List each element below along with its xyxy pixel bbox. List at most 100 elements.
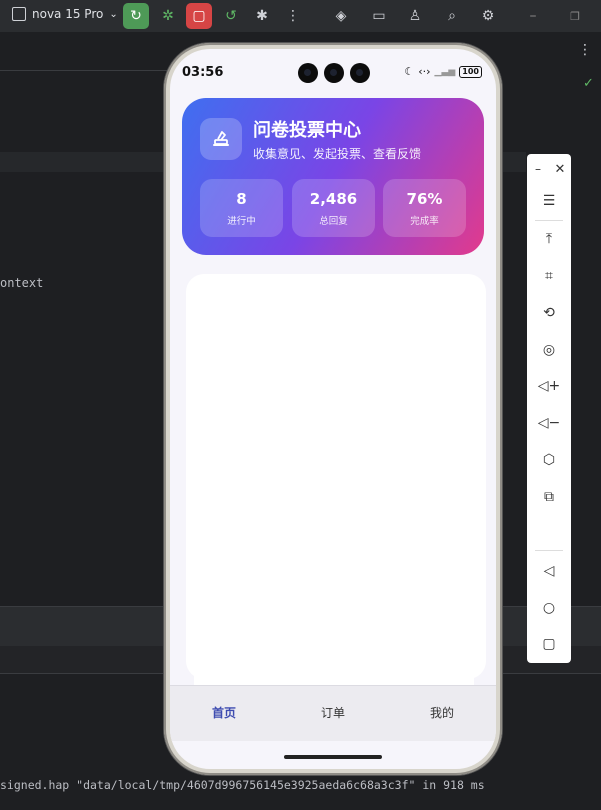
minimize-icon: – bbox=[535, 162, 541, 176]
debug-run-button[interactable]: ✲ bbox=[155, 3, 181, 29]
multi-device-icon: ⧉ bbox=[544, 489, 554, 505]
screenshot-icon: ◎ bbox=[542, 342, 556, 358]
tab-home[interactable]: 首页 bbox=[212, 704, 236, 721]
rotate-button[interactable]: ⟲ bbox=[527, 298, 571, 328]
rerun-button[interactable]: ↺ bbox=[218, 3, 244, 29]
home-icon: ○ bbox=[542, 600, 556, 616]
editor-highlight-line-right bbox=[500, 152, 526, 172]
always-on-top-button[interactable]: ⤒ bbox=[527, 224, 571, 254]
ide-toolbar: nova 15 Pro ⌄ ↻ ✲ ▢ ↺ ✱ ⋮ ◈ ▭ ♙ ⌕ ⚙ – ❐ bbox=[0, 0, 601, 32]
emulator-menu-button[interactable]: ☰ bbox=[527, 186, 571, 216]
phone-frame: 03:56 ☾ ‹·› ▁▃▅ 100 问卷投票中心 收集意见、发起投票、查看反… bbox=[164, 43, 502, 775]
rerun-icon: ↺ bbox=[225, 8, 237, 24]
shake-icon: ⬡ bbox=[542, 452, 556, 468]
volume-down-icon: ◁− bbox=[537, 415, 561, 431]
shake-button[interactable]: ⬡ bbox=[527, 445, 571, 475]
volume-down-button[interactable]: ◁− bbox=[527, 408, 571, 438]
stat-label: 完成率 bbox=[410, 216, 439, 227]
status-icons: ☾ ‹·› ▁▃▅ 100 bbox=[404, 65, 482, 78]
network-icon: ‹·› bbox=[418, 65, 431, 78]
restore-icon: ❐ bbox=[570, 9, 580, 23]
volume-up-icon: ◁+ bbox=[537, 378, 561, 394]
signal-icon: ▁▃▅ bbox=[434, 66, 456, 77]
close-icon: ✕ bbox=[554, 161, 566, 177]
home-indicator[interactable] bbox=[284, 755, 382, 759]
home-button[interactable]: ○ bbox=[527, 593, 571, 623]
bug-icon: ✲ bbox=[162, 8, 174, 24]
device-name: nova 15 Pro bbox=[32, 7, 104, 21]
battery-icon: 100 bbox=[459, 65, 482, 78]
stat-label: 总回复 bbox=[319, 216, 348, 227]
settings-icon: ⚙ bbox=[481, 8, 495, 24]
device-selector[interactable]: nova 15 Pro ⌄ bbox=[12, 7, 118, 21]
stop-icon: ▢ bbox=[192, 8, 206, 24]
stat-in-progress[interactable]: 8 进行中 bbox=[200, 179, 283, 237]
tab-mine[interactable]: 我的 bbox=[430, 704, 454, 721]
more-icon: ⋮ bbox=[286, 8, 300, 24]
content-panel bbox=[186, 274, 486, 679]
stat-value: 76% bbox=[406, 190, 443, 208]
hero-title: 问卷投票中心 bbox=[253, 120, 361, 141]
bottom-tab-bar: 首页 订单 我的 bbox=[170, 685, 496, 741]
run-icon: ↻ bbox=[130, 8, 142, 24]
editor-divider bbox=[0, 70, 170, 71]
chevron-down-icon: ⌄ bbox=[109, 8, 118, 20]
volume-up-button[interactable]: ◁+ bbox=[527, 371, 571, 401]
tab-orders[interactable]: 订单 bbox=[321, 704, 345, 721]
vote-icon-svg bbox=[213, 131, 229, 146]
camera-icon bbox=[298, 63, 318, 83]
search-button[interactable]: ⌕ bbox=[439, 3, 465, 29]
minimize-icon: – bbox=[529, 8, 537, 24]
emulator-divider bbox=[535, 220, 563, 221]
recent-apps-button[interactable]: ▢ bbox=[527, 629, 571, 659]
editor-highlight-line bbox=[0, 152, 170, 172]
code-fragment: ontext bbox=[0, 276, 44, 290]
account-button[interactable]: ♙ bbox=[402, 3, 428, 29]
emulator-close-button[interactable]: ✕ bbox=[549, 154, 571, 184]
search-icon: ⌕ bbox=[448, 8, 456, 24]
phone-screen[interactable]: 03:56 ☾ ‹·› ▁▃▅ 100 问卷投票中心 收集意见、发起投票、查看反… bbox=[170, 49, 496, 769]
stat-value: 8 bbox=[236, 190, 247, 208]
hero-card: 问卷投票中心 收集意见、发起投票、查看反馈 8 进行中 2,486 总回复 76… bbox=[182, 98, 484, 255]
device-icon bbox=[12, 7, 26, 21]
window-minimize-button[interactable]: – bbox=[520, 3, 546, 29]
run-button[interactable]: ↻ bbox=[123, 3, 149, 29]
stat-value: 2,486 bbox=[309, 190, 358, 208]
hero-subtitle: 收集意见、发起投票、查看反馈 bbox=[253, 147, 422, 161]
menu-icon: ☰ bbox=[542, 193, 556, 209]
check-icon: ✓ bbox=[583, 76, 594, 91]
recent-icon: ▢ bbox=[542, 636, 556, 652]
screenshot-button[interactable]: ◎ bbox=[527, 335, 571, 365]
camera-icon bbox=[324, 63, 344, 83]
attach-debugger-button[interactable]: ✱ bbox=[249, 3, 275, 29]
stat-completion-rate[interactable]: 76% 完成率 bbox=[383, 179, 466, 237]
multi-device-button[interactable]: ⧉ bbox=[527, 482, 571, 512]
crop-icon: ⌗ bbox=[545, 268, 553, 284]
back-button[interactable]: ◁ bbox=[527, 556, 571, 586]
stat-label: 进行中 bbox=[227, 216, 256, 227]
crop-button[interactable]: ⌗ bbox=[527, 261, 571, 291]
vote-icon bbox=[200, 118, 242, 160]
settings-button[interactable]: ⚙ bbox=[475, 3, 501, 29]
moon-icon: ☾ bbox=[404, 65, 415, 78]
status-bar: 03:56 ☾ ‹·› ▁▃▅ 100 bbox=[170, 49, 496, 93]
project-button[interactable]: ▭ bbox=[366, 3, 392, 29]
debug-icon: ✱ bbox=[256, 8, 268, 24]
editor-more-icon[interactable]: ⋮ bbox=[578, 42, 592, 58]
emulator-minimize-button[interactable]: – bbox=[527, 154, 549, 184]
user-icon: ♙ bbox=[408, 8, 422, 24]
camera-icon bbox=[350, 63, 370, 83]
emulator-toolbar: – ✕ ☰ ⤒ ⌗ ⟲ ◎ ◁+ ◁− ⬡ ⧉ ◁ ○ ▢ bbox=[527, 154, 571, 663]
console-log-line: signed.hap "data/local/tmp/4607d99675614… bbox=[0, 778, 485, 792]
top-icon: ⤒ bbox=[545, 231, 553, 247]
stat-total-replies[interactable]: 2,486 总回复 bbox=[292, 179, 375, 237]
window-restore-button[interactable]: ❐ bbox=[562, 3, 588, 29]
status-time: 03:56 bbox=[182, 65, 224, 80]
target-icon: ◈ bbox=[335, 8, 347, 24]
emulator-divider bbox=[535, 550, 563, 551]
more-actions-button[interactable]: ⋮ bbox=[280, 3, 306, 29]
stop-button[interactable]: ▢ bbox=[186, 3, 212, 29]
folder-icon: ▭ bbox=[372, 8, 386, 24]
target-button[interactable]: ◈ bbox=[328, 3, 354, 29]
back-icon: ◁ bbox=[543, 563, 555, 579]
